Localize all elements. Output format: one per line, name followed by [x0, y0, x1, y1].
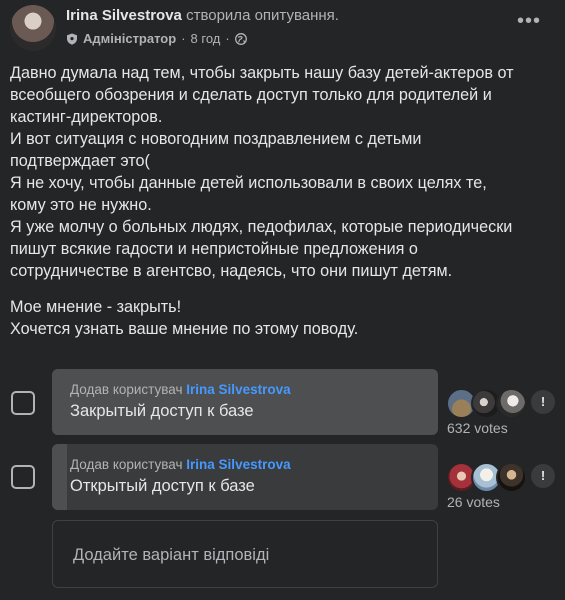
- post-paragraph: Давно думала над тем, чтобы закрыть нашу…: [10, 64, 514, 280]
- voter-avatar: [496, 388, 527, 419]
- add-option-field[interactable]: [52, 520, 438, 588]
- post-action: створила опитування.: [186, 7, 339, 24]
- option-label: Открытый доступ к базе: [70, 477, 255, 495]
- voter-avatars[interactable]: [446, 462, 527, 493]
- role-label[interactable]: Адміністратор: [83, 31, 176, 46]
- author-line: Irina Silvestrova створила опитування.: [66, 7, 339, 24]
- post-header: Irina Silvestrova створила опитування. А…: [0, 0, 565, 56]
- voter-avatars[interactable]: [446, 388, 527, 419]
- post-paragraph: Мое мнение - закрыть! Хочется узнать ваш…: [10, 298, 359, 338]
- vote-count[interactable]: 26 votes: [447, 494, 500, 510]
- author-name[interactable]: Irina Silvestrova: [66, 7, 182, 24]
- option-added-by: Додав користувач Irina Silvestrova: [70, 382, 291, 397]
- report-icon: !: [540, 468, 546, 483]
- meta-separator: ·: [181, 31, 186, 46]
- option-button[interactable]: Додав користувач Irina Silvestrova Закры…: [52, 369, 438, 435]
- poll-option: Додав користувач Irina Silvestrova Закры…: [0, 368, 565, 440]
- added-by-link[interactable]: Irina Silvestrova: [186, 457, 290, 472]
- option-checkbox[interactable]: [11, 465, 35, 489]
- globe-icon: [234, 32, 247, 45]
- report-option-button[interactable]: !: [531, 464, 555, 488]
- added-by-link[interactable]: Irina Silvestrova: [186, 382, 290, 397]
- more-icon: •••: [516, 10, 541, 32]
- added-prefix: Додав користувач: [70, 382, 183, 397]
- option-button[interactable]: Додав користувач Irina Silvestrova Откры…: [52, 444, 438, 510]
- shield-icon: [66, 33, 78, 45]
- added-prefix: Додав користувач: [70, 457, 183, 472]
- post-body: Давно думала над тем, чтобы закрыть нашу…: [10, 62, 555, 340]
- vote-count[interactable]: 632 votes: [447, 420, 508, 436]
- option-vote-fill: [52, 444, 68, 510]
- report-option-button[interactable]: !: [531, 390, 555, 414]
- option-label: Закрытый доступ к базе: [70, 402, 254, 420]
- report-icon: !: [540, 394, 546, 409]
- option-checkbox[interactable]: [11, 391, 35, 415]
- meta-separator: ·: [225, 31, 230, 46]
- voter-avatar: [496, 462, 527, 493]
- post-time[interactable]: 8 год: [191, 31, 221, 46]
- poll-option: Додав користувач Irina Silvestrova Откры…: [0, 442, 565, 514]
- author-avatar[interactable]: [10, 5, 56, 51]
- more-options-button[interactable]: •••: [515, 11, 543, 34]
- post-meta: Адміністратор · 8 год ·: [66, 31, 247, 46]
- add-option-input[interactable]: [71, 542, 415, 568]
- option-added-by: Додав користувач Irina Silvestrova: [70, 457, 291, 472]
